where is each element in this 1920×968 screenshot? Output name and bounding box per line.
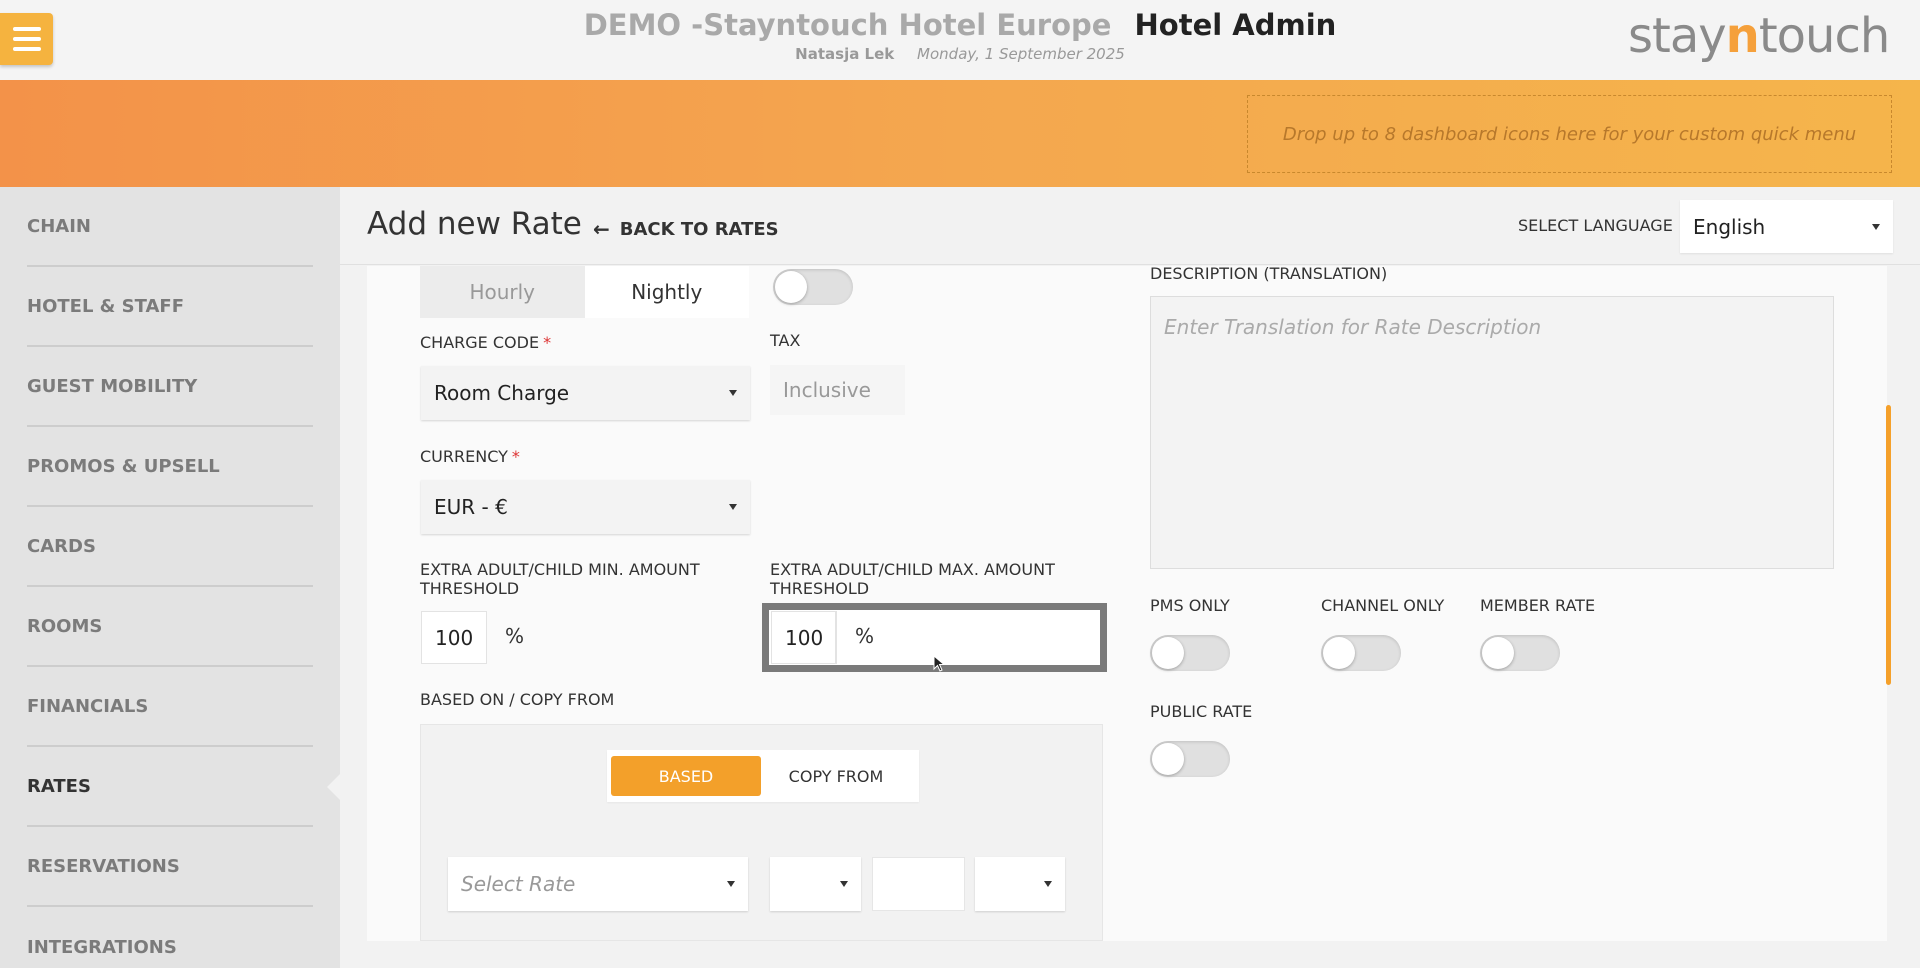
select-rate-placeholder: Select Rate <box>461 872 576 896</box>
brand-logo: stayntouch <box>1628 8 1890 64</box>
based-on-toggle: BASED COPY FROM <box>607 750 919 802</box>
chevron-down-icon <box>729 504 737 510</box>
sidebar-item-integrations[interactable]: INTEGRATIONS <box>27 907 313 968</box>
sidebar-item-cards[interactable]: CARDS <box>27 507 313 587</box>
period-toggle: Hourly Nightly <box>420 266 749 318</box>
chevron-down-icon <box>729 390 737 396</box>
max-threshold-unit: % <box>855 624 875 648</box>
sidebar-item-label: INTEGRATIONS <box>27 936 177 958</box>
description-translation-textarea[interactable]: Enter Translation for Rate Description <box>1150 296 1834 569</box>
language-select[interactable]: English <box>1680 200 1893 253</box>
min-threshold-label-line: EXTRA ADULT/CHILD MIN. AMOUNT <box>420 560 700 579</box>
sidebar-item-hotel-staff[interactable]: HOTEL & STAFF <box>27 267 313 347</box>
language-value: English <box>1693 214 1766 239</box>
currency-label-text: CURRENCY <box>420 447 508 466</box>
member-rate-label: MEMBER RATE <box>1480 596 1596 615</box>
pms-only-label: PMS ONLY <box>1150 596 1230 615</box>
charge-code-value: Room Charge <box>434 381 570 405</box>
sidebar-item-label: RESERVATIONS <box>27 855 180 877</box>
adjustment-amount-input[interactable] <box>872 857 965 911</box>
sidebar-item-guest-mobility[interactable]: GUEST MOBILITY <box>27 347 313 427</box>
dropzone-text: Drop up to 8 dashboard icons here for yo… <box>1282 123 1857 145</box>
tax-label: TAX <box>770 331 801 350</box>
quick-menu-dropzone[interactable]: Drop up to 8 dashboard icons here for yo… <box>1247 95 1892 173</box>
period-switch[interactable] <box>773 269 853 305</box>
period-option-hourly[interactable]: Hourly <box>420 266 585 318</box>
charge-code-label-text: CHARGE CODE <box>420 333 540 352</box>
public-rate-toggle[interactable] <box>1150 741 1230 777</box>
chevron-down-icon <box>1872 223 1880 230</box>
active-pointer <box>327 773 341 801</box>
currency-select[interactable]: EUR - € <box>421 480 750 534</box>
scrollbar-thumb[interactable] <box>1886 405 1891 685</box>
charge-code-label: CHARGE CODE * <box>420 333 551 352</box>
required-marker: * <box>511 447 520 466</box>
sidebar-item-label: FINANCIALS <box>27 695 149 717</box>
brand-part: n <box>1725 8 1760 64</box>
max-threshold-label-line: EXTRA ADULT/CHILD MAX. AMOUNT <box>770 560 1055 579</box>
hotel-name: DEMO -Stayntouch Hotel Europe <box>583 8 1112 42</box>
select-rate-dropdown[interactable]: Select Rate <box>448 857 748 911</box>
language-label: SELECT LANGUAGE <box>1518 216 1673 235</box>
channel-only-toggle[interactable] <box>1321 635 1401 671</box>
current-date: Monday, 1 September 2025 <box>917 45 1125 63</box>
period-option-nightly[interactable]: Nightly <box>584 266 749 318</box>
adjustment-unit-dropdown[interactable] <box>975 857 1065 911</box>
sidebar-item-label: HOTEL & STAFF <box>27 295 185 317</box>
brand-part: stay <box>1628 8 1727 64</box>
pms-only-toggle[interactable] <box>1150 635 1230 671</box>
sidebar-item-rates[interactable]: RATES <box>27 747 313 827</box>
mouse-cursor-icon <box>933 655 946 672</box>
min-threshold-label: EXTRA ADULT/CHILD MIN. AMOUNT THRESHOLD <box>420 560 700 598</box>
sidebar-item-label: RATES <box>27 775 91 797</box>
sidebar-item-promos-upsell[interactable]: PROMOS & UPSELL <box>27 427 313 507</box>
channel-only-label: CHANNEL ONLY <box>1321 596 1445 615</box>
copy-from-option[interactable]: COPY FROM <box>761 756 911 796</box>
chevron-down-icon <box>727 881 735 887</box>
max-threshold-label: EXTRA ADULT/CHILD MAX. AMOUNT THRESHOLD <box>770 560 1055 598</box>
chevron-down-icon <box>1044 881 1052 887</box>
sidebar-item-chain[interactable]: CHAIN <box>27 187 313 267</box>
sidebar-item-label: PROMOS & UPSELL <box>27 455 220 477</box>
page-title: Add new Rate <box>367 206 582 242</box>
sidebar-item-label: CARDS <box>27 535 96 557</box>
currency-value: EUR - € <box>434 495 508 519</box>
sidebar-item-reservations[interactable]: RESERVATIONS <box>27 827 313 907</box>
charge-code-select[interactable]: Room Charge <box>421 366 750 420</box>
arrow-left-icon: ← <box>593 217 610 241</box>
sidebar-item-label: CHAIN <box>27 215 91 237</box>
sidebar-item-rooms[interactable]: ROOMS <box>27 587 313 667</box>
sidebar-item-label: GUEST MOBILITY <box>27 375 198 397</box>
chevron-down-icon <box>840 881 848 887</box>
user-name: Natasja Lek <box>795 45 895 63</box>
member-rate-toggle[interactable] <box>1480 635 1560 671</box>
sidebar-item-label: ROOMS <box>27 615 103 637</box>
description-translation-label: DESCRIPTION (TRANSLATION) <box>1150 264 1388 283</box>
min-threshold-input[interactable]: 100 <box>421 611 487 664</box>
based-option[interactable]: BASED <box>611 756 761 796</box>
currency-label: CURRENCY * <box>420 447 520 466</box>
back-link-label: BACK TO RATES <box>619 218 779 240</box>
min-threshold-label-line: THRESHOLD <box>420 579 520 598</box>
description-translation-placeholder: Enter Translation for Rate Description <box>1164 315 1542 339</box>
brand-part: touch <box>1758 8 1890 64</box>
min-threshold-unit: % <box>505 624 525 648</box>
adjustment-type-dropdown[interactable] <box>770 857 861 911</box>
required-marker: * <box>543 333 552 352</box>
tax-value: Inclusive <box>770 365 905 415</box>
max-threshold-input[interactable]: 100 <box>771 611 837 664</box>
back-to-rates-link[interactable]: ← BACK TO RATES <box>593 217 779 241</box>
based-on-label: BASED ON / COPY FROM <box>420 690 615 709</box>
max-threshold-label-line: THRESHOLD <box>770 579 870 598</box>
public-rate-label: PUBLIC RATE <box>1150 702 1253 721</box>
sidebar-item-financials[interactable]: FINANCIALS <box>27 667 313 747</box>
app-name: Hotel Admin <box>1134 8 1337 42</box>
